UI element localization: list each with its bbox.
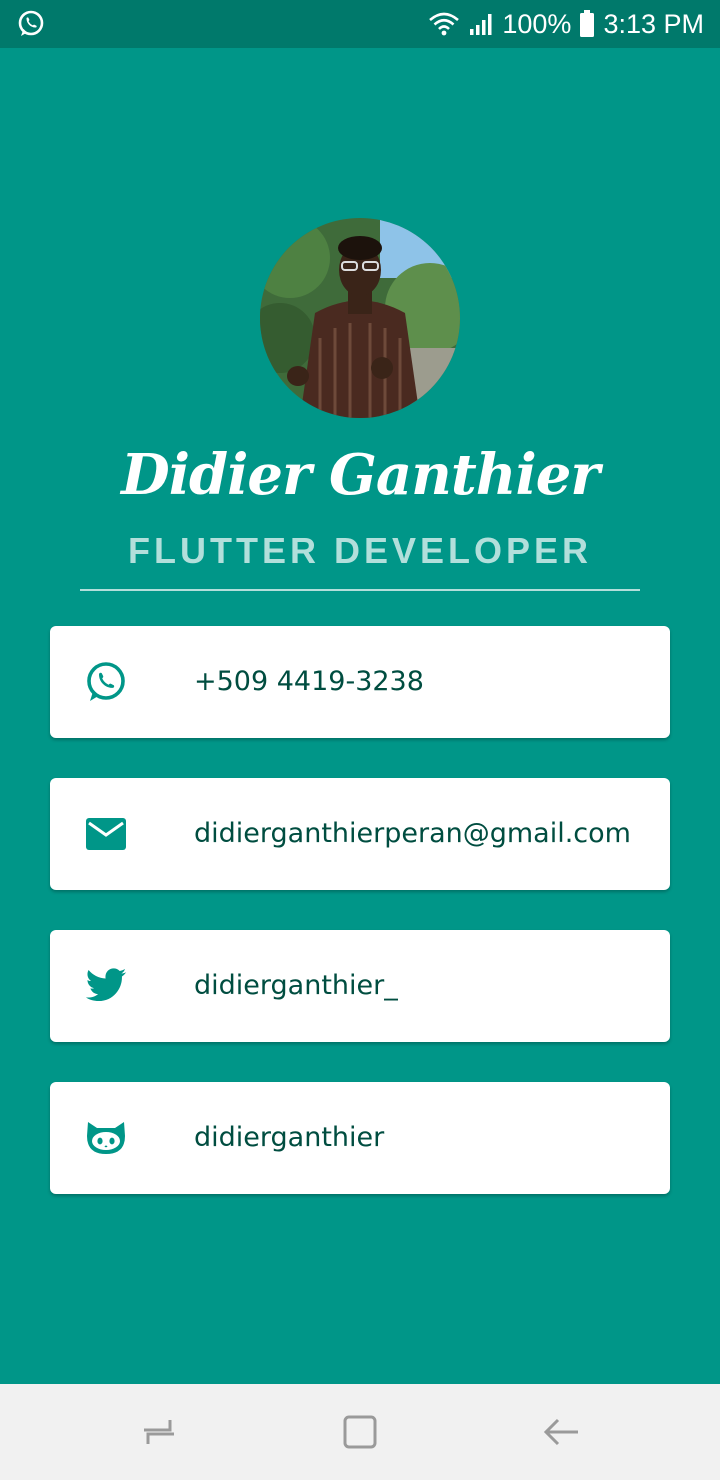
twitter-handle: didierganthier_ — [194, 970, 398, 1001]
back-icon[interactable] — [536, 1406, 588, 1458]
github-icon — [84, 1116, 128, 1160]
recents-icon[interactable] — [133, 1406, 185, 1458]
clock: 3:13 PM — [603, 8, 704, 39]
phone-number: +509 4419-3238 — [194, 666, 424, 697]
whatsapp-icon — [16, 9, 46, 39]
profile-name: Didier Ganthier — [121, 442, 600, 508]
email-address: didierganthierperan@gmail.com — [194, 818, 631, 849]
battery-percentage: 100% — [502, 8, 572, 39]
profile-photo — [260, 218, 460, 418]
github-username: didierganthier — [194, 1122, 385, 1153]
avatar — [260, 218, 460, 418]
contact-card-email[interactable]: didierganthierperan@gmail.com — [50, 778, 670, 890]
status-bar: 100% 3:13 PM — [0, 0, 720, 48]
signal-icon — [468, 11, 494, 37]
status-indicators: 100% 3:13 PM — [428, 0, 704, 48]
contact-card-github[interactable]: didierganthier — [50, 1082, 670, 1194]
wifi-icon — [428, 11, 460, 37]
profile-title: FLUTTER DEVELOPER — [127, 530, 593, 571]
battery-icon — [579, 10, 595, 38]
twitter-icon — [84, 964, 128, 1008]
contact-card-twitter[interactable]: didierganthier_ — [50, 930, 670, 1042]
home-icon[interactable] — [334, 1406, 386, 1458]
whatsapp-icon — [84, 660, 128, 704]
navigation-bar — [0, 1384, 720, 1480]
contact-card-phone[interactable]: +509 4419-3238 — [50, 626, 670, 738]
divider — [80, 589, 640, 591]
email-icon — [84, 812, 128, 856]
